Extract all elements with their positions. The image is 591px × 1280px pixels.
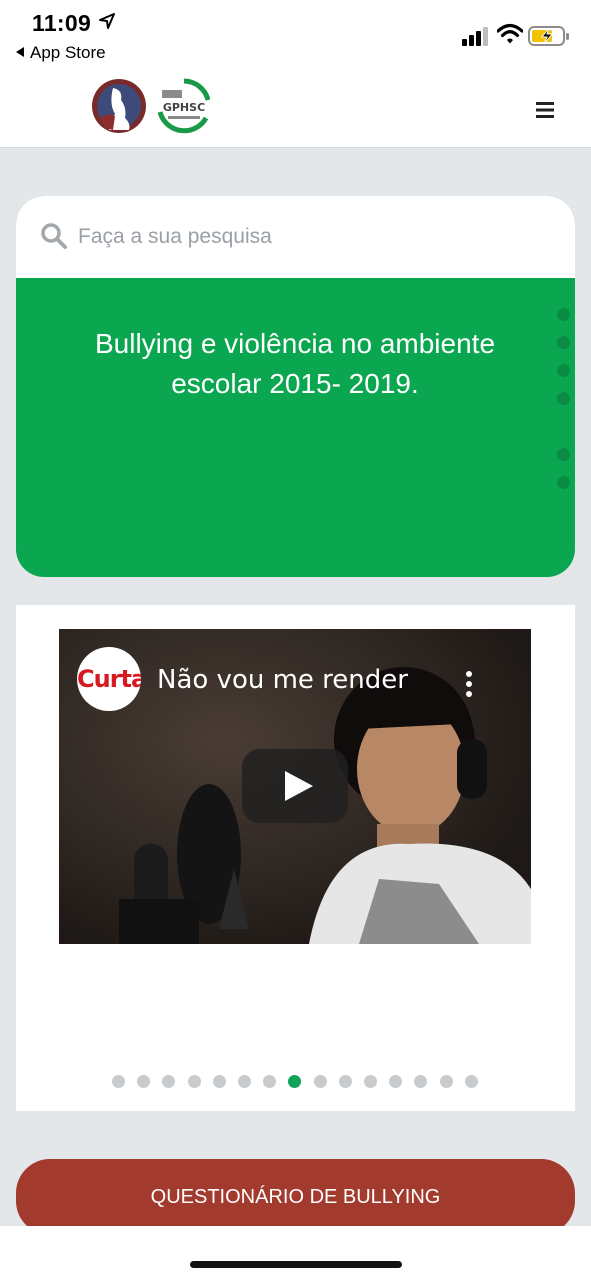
pagination-dot[interactable]: [338, 1075, 352, 1088]
location-arrow-icon: [99, 13, 115, 29]
pagination-dot[interactable]: [439, 1075, 453, 1088]
carousel-pagination: [112, 1075, 484, 1089]
slide-text[interactable]: Bullying e violência no ambiente escolar…: [56, 324, 534, 404]
back-app-label: App Store: [30, 43, 106, 62]
slide-text-line-1: Bullying e violência no ambiente: [94, 328, 496, 359]
pagination-dot[interactable]: [137, 1075, 151, 1088]
top-header: 11:09 App Store GPHSC: [0, 0, 591, 148]
play-button[interactable]: [242, 749, 348, 823]
slide-text-line-2: escolar 2015- 2019.: [171, 368, 419, 399]
slide-indicator-dot[interactable]: [557, 364, 570, 377]
play-icon: [285, 771, 313, 801]
pagination-dot[interactable]: [238, 1075, 251, 1088]
video-title[interactable]: Não vou me render: [157, 665, 408, 695]
search-slide-card: Bullying e violência no ambiente escolar…: [16, 196, 575, 577]
back-to-app-store[interactable]: App Store: [16, 43, 106, 63]
pagination-dot[interactable]: [464, 1075, 478, 1088]
back-triangle-icon: [16, 47, 24, 57]
slide-indicators: [557, 308, 571, 498]
search-bar: [16, 196, 575, 278]
channel-logo[interactable]: Curta: [77, 647, 141, 711]
pagination-dot[interactable]: [212, 1075, 226, 1088]
pagination-dot[interactable]: [389, 1075, 403, 1088]
status-time: 11:09: [32, 10, 92, 36]
video-player[interactable]: Curta Não vou me render: [59, 629, 531, 944]
pagination-dot[interactable]: [187, 1075, 201, 1088]
slide-indicator-dot[interactable]: [557, 476, 570, 489]
search-input[interactable]: [78, 216, 548, 258]
wifi-icon: [497, 23, 523, 44]
more-vert-icon[interactable]: [461, 669, 477, 699]
slide-indicator-dot[interactable]: [557, 336, 570, 349]
video-card: Curta Não vou me render: [16, 605, 575, 1111]
home-indicator[interactable]: [190, 1261, 402, 1268]
battery-charging-icon: [528, 26, 569, 46]
institution-logo-icon[interactable]: [91, 78, 147, 134]
pagination-dot[interactable]: [313, 1075, 327, 1088]
pagination-dot[interactable]: [364, 1075, 377, 1088]
slide-indicator-dot[interactable]: [557, 392, 570, 405]
pagination-dot[interactable]: [414, 1075, 428, 1088]
slide-indicator-dot[interactable]: [557, 308, 570, 321]
slide-indicator-dot[interactable]: [557, 448, 570, 461]
pagination-dot[interactable]: [162, 1075, 176, 1088]
channel-logo-text: Curta: [77, 665, 141, 693]
pagination-dot[interactable]: [263, 1075, 277, 1088]
questionnaire-button[interactable]: QUESTIONÁRIO DE BULLYING: [16, 1159, 575, 1235]
bottom-safe-area: [0, 1226, 591, 1280]
cellular-signal-icon: [462, 27, 488, 46]
hamburger-menu-icon[interactable]: [531, 96, 559, 124]
pagination-dot[interactable]: [112, 1075, 125, 1088]
pagination-dot-active[interactable]: [288, 1075, 302, 1088]
search-icon: [41, 223, 67, 249]
gphsc-logo-icon[interactable]: GPHSC: [158, 78, 210, 134]
gphsc-logo-text: GPHSC: [163, 101, 205, 114]
